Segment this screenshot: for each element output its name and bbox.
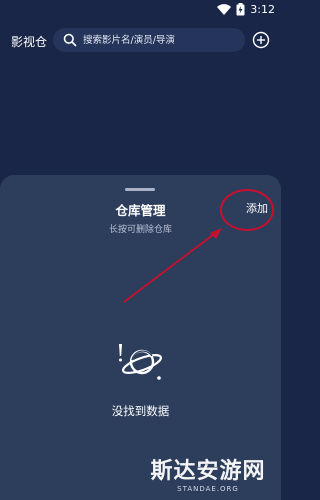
search-bar[interactable] (53, 28, 245, 52)
watermark-text: 斯达安游网 (150, 458, 266, 484)
repository-sheet: 仓库管理 长按可删除仓库 添加 没找到数据 斯达安游网 STANDAE.ORG (0, 175, 281, 500)
app-title: 影视仓 (11, 35, 48, 49)
battery-icon (236, 3, 245, 16)
watermark-subtext: STANDAE.ORG (177, 485, 239, 493)
search-input[interactable] (83, 28, 233, 52)
status-bar: 3:12 (0, 0, 281, 20)
planet-icon (119, 344, 163, 380)
drag-handle[interactable] (125, 188, 155, 191)
highlight-ellipse (220, 189, 274, 231)
add-circle-icon[interactable] (252, 31, 270, 49)
app-header: 影视仓 (0, 26, 281, 56)
watermark: 斯达安游网 STANDAE.ORG (138, 453, 278, 499)
annotation-arrow (123, 228, 222, 303)
exclamation-icon (119, 344, 122, 356)
empty-state-text: 没找到数据 (111, 404, 170, 418)
wifi-icon (217, 4, 232, 15)
status-icons: 3:12 (217, 3, 275, 16)
search-icon (63, 33, 77, 47)
status-time: 3:12 (250, 3, 275, 16)
